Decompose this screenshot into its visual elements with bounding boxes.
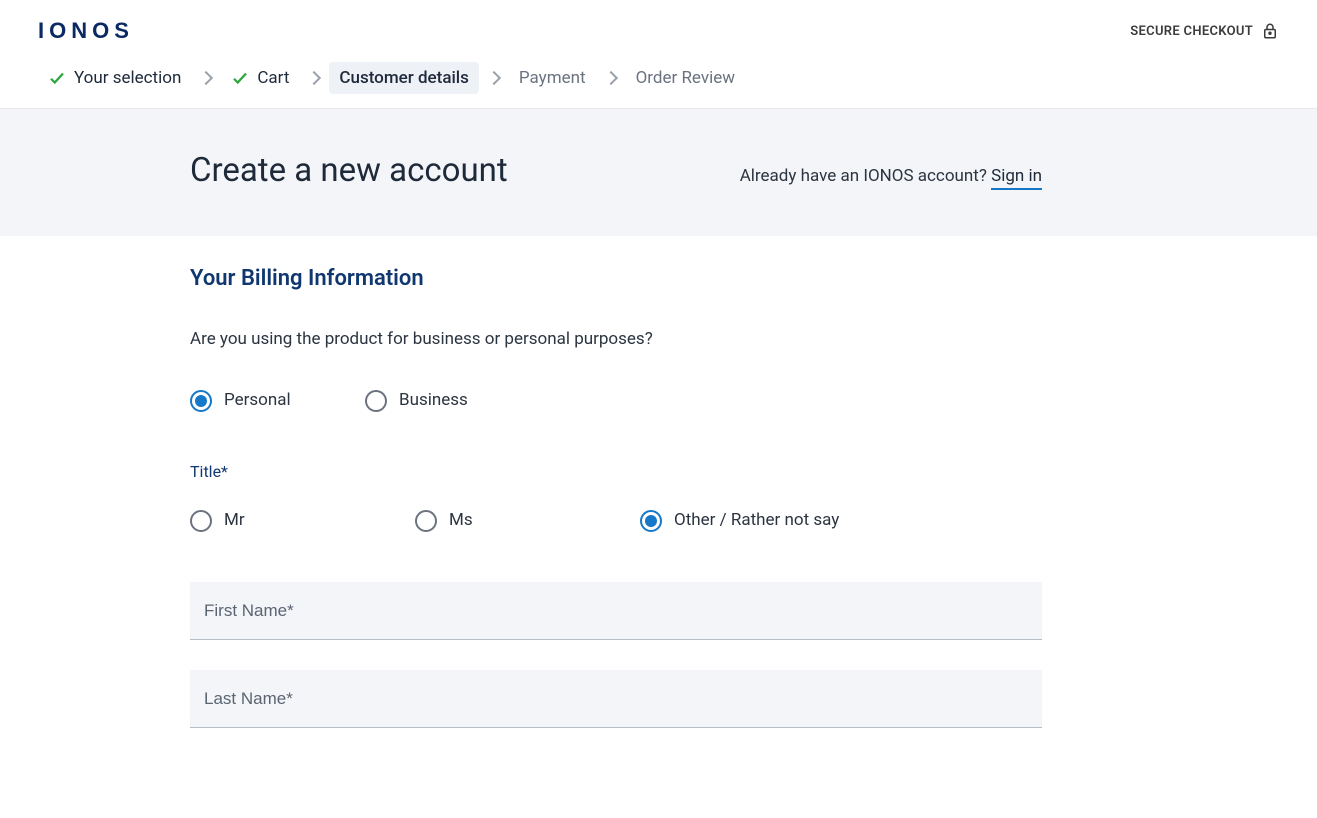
secure-checkout-label: SECURE CHECKOUT: [1130, 22, 1279, 40]
radio-icon: [190, 390, 212, 412]
breadcrumb-label: Your selection: [74, 68, 181, 88]
last-name-input[interactable]: [190, 670, 1042, 728]
breadcrumb-step-payment[interactable]: Payment: [509, 62, 596, 94]
title-ms-option[interactable]: Ms: [415, 509, 640, 532]
radio-icon: [415, 510, 437, 532]
check-icon: [231, 69, 249, 87]
billing-heading: Your Billing Information: [190, 266, 1042, 291]
breadcrumb-step-customer[interactable]: Customer details: [329, 62, 479, 94]
header-top: IONOS SECURE CHECKOUT: [38, 18, 1279, 44]
breadcrumb-step-cart[interactable]: Cart: [221, 62, 299, 94]
breadcrumb: Your selection Cart Customer details Pay…: [38, 62, 1279, 108]
breadcrumb-step-selection[interactable]: Your selection: [38, 62, 191, 94]
header: IONOS SECURE CHECKOUT Your selection Car…: [0, 0, 1317, 109]
chevron-right-icon: [487, 71, 501, 85]
purpose-radio-group: Personal Business: [190, 389, 1042, 412]
signin-link[interactable]: Sign in: [991, 166, 1042, 190]
chevron-right-icon: [199, 71, 213, 85]
breadcrumb-label: Order Review: [636, 68, 735, 88]
radio-label: Ms: [449, 509, 473, 532]
radio-icon: [365, 390, 387, 412]
logo[interactable]: IONOS: [38, 18, 134, 44]
breadcrumb-label: Payment: [519, 68, 586, 88]
chevron-right-icon: [307, 71, 321, 85]
lock-icon: [1261, 22, 1279, 40]
title-other-option[interactable]: Other / Rather not say: [640, 509, 840, 532]
breadcrumb-label: Cart: [257, 68, 289, 88]
radio-icon: [640, 510, 662, 532]
secure-checkout-text: SECURE CHECKOUT: [1130, 24, 1253, 39]
page-title: Create a new account: [190, 151, 508, 190]
radio-label: Business: [399, 389, 468, 412]
first-name-wrap: [190, 582, 1042, 640]
first-name-input[interactable]: [190, 582, 1042, 640]
radio-label: Mr: [224, 509, 245, 532]
chevron-right-icon: [604, 71, 618, 85]
main: Your Billing Information Are you using t…: [0, 236, 1317, 818]
signin-prompt: Already have an IONOS account? Sign in: [740, 166, 1042, 186]
purpose-business-option[interactable]: Business: [365, 389, 540, 412]
breadcrumb-step-review[interactable]: Order Review: [626, 62, 745, 94]
title-field-label: Title*: [190, 462, 1042, 481]
check-icon: [48, 69, 66, 87]
signin-prompt-text: Already have an IONOS account?: [740, 166, 991, 186]
last-name-wrap: [190, 670, 1042, 728]
radio-label: Other / Rather not say: [674, 509, 839, 532]
purpose-personal-option[interactable]: Personal: [190, 389, 365, 412]
hero: Create a new account Already have an ION…: [0, 109, 1317, 236]
radio-icon: [190, 510, 212, 532]
purpose-question: Are you using the product for business o…: [190, 329, 1042, 349]
radio-label: Personal: [224, 389, 291, 412]
breadcrumb-label: Customer details: [339, 68, 469, 88]
title-mr-option[interactable]: Mr: [190, 509, 415, 532]
title-radio-group: Mr Ms Other / Rather not say: [190, 509, 1042, 532]
